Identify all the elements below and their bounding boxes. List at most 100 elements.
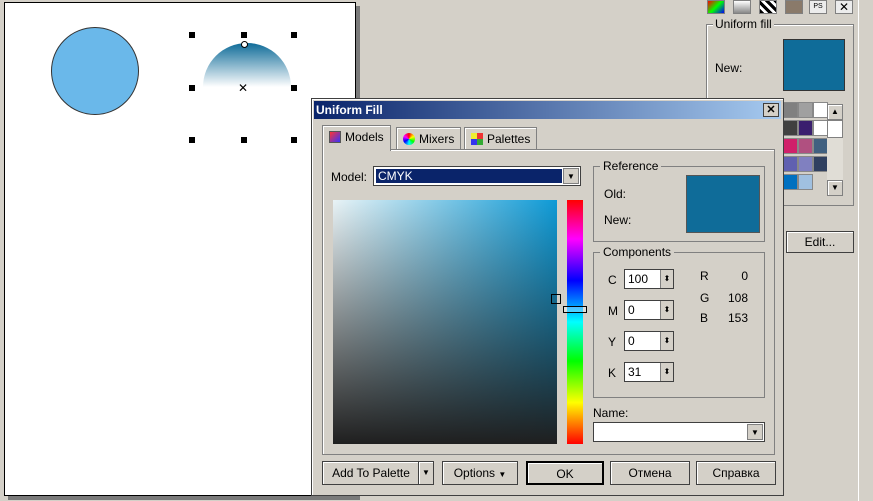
- blue-circle-shape[interactable]: [51, 27, 139, 115]
- cancel-button[interactable]: Отмена: [610, 461, 690, 485]
- palette-swatch[interactable]: [813, 156, 828, 172]
- cyan-input[interactable]: 100 ⬍: [624, 269, 674, 289]
- palette-swatch[interactable]: [798, 120, 813, 136]
- name-dropdown[interactable]: ▼: [593, 422, 765, 442]
- red-value: 0: [741, 269, 748, 283]
- palettes-icon: [471, 133, 483, 145]
- black-value: 31: [628, 365, 642, 379]
- yellow-value: 0: [628, 334, 635, 348]
- options-button[interactable]: Options ▼: [442, 461, 518, 485]
- black-label: K: [608, 366, 617, 380]
- scroll-up-icon[interactable]: ▲: [827, 104, 843, 120]
- texture-fill-icon[interactable]: [785, 0, 803, 14]
- spinner-icon[interactable]: ⬍: [660, 301, 673, 319]
- red-label: R: [700, 269, 709, 283]
- reference-title: Reference: [600, 159, 662, 173]
- spinner-icon[interactable]: ⬍: [660, 332, 673, 350]
- no-fill-icon[interactable]: ✕: [835, 0, 853, 14]
- selection-handle[interactable]: [291, 137, 297, 143]
- selection-handle[interactable]: [189, 85, 195, 91]
- node-handle[interactable]: [241, 41, 248, 48]
- tab-mixers[interactable]: Mixers: [396, 127, 462, 149]
- components-group: Components C 100 ⬍ M 0 ⬍ Y 0 ⬍ K 31 ⬍ R: [593, 245, 765, 398]
- color-picker-field[interactable]: [333, 200, 557, 444]
- hue-slider[interactable]: [567, 200, 583, 444]
- models-icon: [329, 131, 341, 143]
- model-dropdown[interactable]: CMYK ▼: [373, 166, 581, 186]
- palette-swatch[interactable]: [798, 156, 813, 172]
- blue-value: 153: [727, 311, 748, 325]
- magenta-input[interactable]: 0 ⬍: [624, 300, 674, 320]
- selection-handle[interactable]: [241, 32, 247, 38]
- center-marker-icon: ✕: [238, 81, 249, 95]
- chevron-down-icon[interactable]: ▼: [747, 424, 763, 440]
- mixers-icon: [403, 133, 415, 145]
- tab-palettes[interactable]: Palettes: [464, 127, 538, 149]
- uniform-fill-title: Uniform fill: [713, 17, 774, 31]
- components-title: Components: [600, 245, 675, 259]
- ok-button[interactable]: OK: [526, 461, 604, 485]
- reference-color-swatch: [686, 175, 760, 233]
- spinner-icon[interactable]: ⬍: [660, 270, 673, 288]
- scroll-down-icon[interactable]: ▼: [827, 180, 843, 196]
- tab-models[interactable]: Models: [322, 125, 391, 151]
- pattern-fill-icon[interactable]: [759, 0, 777, 14]
- selection-handle[interactable]: [189, 32, 195, 38]
- postscript-fill-icon[interactable]: PS: [809, 0, 827, 14]
- magenta-value: 0: [628, 303, 635, 317]
- selection-handle[interactable]: [291, 32, 297, 38]
- palette-swatch[interactable]: [798, 138, 813, 154]
- scroll-thumb[interactable]: [827, 120, 843, 138]
- help-button[interactable]: Справка: [696, 461, 776, 485]
- palette-scrollbar[interactable]: ▲ ▼: [827, 104, 843, 196]
- models-panel: Model: CMYK ▼ Reference Old: New: Compon…: [322, 149, 775, 455]
- add-to-palette-label: Add To Palette: [332, 466, 410, 480]
- palette-swatch[interactable]: [783, 102, 798, 118]
- palette-swatch[interactable]: [813, 120, 828, 136]
- palette-swatch[interactable]: [783, 156, 798, 172]
- black-input[interactable]: 31 ⬍: [624, 362, 674, 382]
- tab-palettes-label: Palettes: [487, 132, 531, 146]
- name-label: Name:: [593, 406, 629, 420]
- drawing-page[interactable]: ✕: [4, 2, 356, 496]
- spinner-icon[interactable]: ⬍: [660, 363, 673, 381]
- palette-swatch[interactable]: [813, 102, 828, 118]
- hue-slider-handle[interactable]: [563, 306, 587, 313]
- cyan-label: C: [608, 273, 617, 287]
- uniform-fill-dialog: Uniform Fill ✕ Models Mixers Palettes Mo…: [311, 98, 784, 496]
- selection-handle[interactable]: [241, 137, 247, 143]
- new-color-swatch: [783, 39, 845, 91]
- color-picker-marker[interactable]: [551, 294, 561, 304]
- docker-tab-strip: [858, 0, 873, 501]
- model-label: Model:: [331, 170, 368, 184]
- dialog-title: Uniform Fill: [316, 103, 383, 117]
- palette-swatch[interactable]: [798, 102, 813, 118]
- add-to-palette-menu-button[interactable]: ▼: [418, 461, 434, 485]
- selection-handle[interactable]: [189, 137, 195, 143]
- yellow-input[interactable]: 0 ⬍: [624, 331, 674, 351]
- close-button[interactable]: ✕: [763, 103, 779, 117]
- palette-swatch[interactable]: [783, 120, 798, 136]
- color-wheel-icon[interactable]: [707, 0, 725, 14]
- cyan-value: 100: [628, 272, 649, 286]
- edit-button[interactable]: Edit...: [786, 231, 854, 253]
- green-label: G: [700, 291, 710, 305]
- old-label: Old:: [604, 187, 627, 201]
- chevron-down-icon: ▼: [498, 470, 507, 479]
- add-to-palette-button[interactable]: Add To Palette: [322, 461, 420, 485]
- tab-models-label: Models: [345, 130, 384, 144]
- palette-swatch[interactable]: [783, 174, 798, 190]
- magenta-label: M: [608, 304, 618, 318]
- yellow-label: Y: [608, 335, 617, 349]
- palette-swatch[interactable]: [783, 138, 798, 154]
- model-value: CMYK: [376, 169, 562, 183]
- new-label: New:: [715, 61, 743, 75]
- dialog-titlebar[interactable]: Uniform Fill ✕: [314, 101, 781, 119]
- chevron-down-icon[interactable]: ▼: [563, 168, 579, 184]
- palette-swatch[interactable]: [813, 138, 828, 154]
- fill-icon[interactable]: [733, 0, 751, 14]
- selection-handle[interactable]: [291, 85, 297, 91]
- palette-swatch[interactable]: [798, 174, 813, 190]
- tab-mixers-label: Mixers: [419, 132, 455, 146]
- options-label: Options: [453, 466, 496, 480]
